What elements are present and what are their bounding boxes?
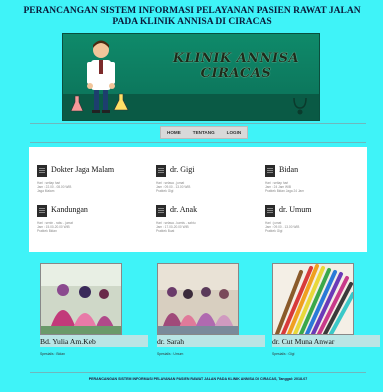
staff-card[interactable]: Bd. Yulia Am.Keb Spesialis : Bidan [40,263,150,359]
page-title: PERANCANGAN SISTEM INFORMASI PELAYANAN P… [22,6,362,28]
clinic-name: KLINIK ANNISA CIRACAS [161,51,311,81]
service-item[interactable]: dr. Gigi Hari : selasa , jumat Jam : 09.… [156,165,256,195]
staff-card[interactable]: dr. Sarah Spesialis : Umum [157,263,267,359]
page-title-line1: PERANCANGAN SISTEM INFORMASI PELAYANAN P… [23,6,361,16]
service-name: dr. Anak [170,205,198,214]
staff-photo [272,263,354,335]
doctor-illustration-icon [70,40,129,113]
nav-tentang-link[interactable]: TENTANG [187,127,221,138]
service-note: Praktek Gigi [265,229,283,233]
document-icon [156,205,166,217]
service-name: dr. Gigi [170,165,195,174]
document-icon [156,165,166,177]
nav-login-link[interactable]: LOGIN [221,127,248,138]
staff-card[interactable]: dr. Cut Muna Anwar Spesialis : Gigi [272,263,382,359]
service-item[interactable]: Dokter Jaga Malam Hari : setiap hari Jam… [37,165,137,195]
service-note: Praktek Gigi [156,189,174,193]
service-note: Praktek Buat [156,229,175,233]
service-name: Kandungan [51,205,88,214]
staff-photo [40,263,122,335]
clinic-banner: KLINIK ANNISA CIRACAS [62,33,320,121]
clinic-name-line1: KLINIK ANNISA [172,51,300,66]
main-nav: HOME TENTANG LOGIN [160,126,249,139]
staff-name: Bd. Yulia Am.Keb [40,337,96,346]
divider-bottom [30,142,366,143]
stethoscope-icon [293,97,307,115]
service-note: Praktek Bidan [37,229,57,233]
service-name: Dokter Jaga Malam [51,165,115,174]
footer-divider [30,372,366,373]
service-name: Bidan [279,165,299,174]
divider-top [30,123,366,124]
document-icon [265,205,275,217]
staff-name: dr. Sarah [157,337,184,346]
document-icon [265,165,275,177]
footer-text: PERANCANGAN SISTEM INFORMASI PELAYANAN P… [88,377,308,381]
document-icon [37,165,47,177]
document-icon [37,205,47,217]
page-title-line2: PADA KLINIK ANNISA DI CIRACAS [112,17,272,27]
staff-specialty: Spesialis : Bidan [40,352,66,356]
services-panel: Dokter Jaga Malam Hari : setiap hari Jam… [29,147,367,252]
staff-specialty: Spesialis : Umum [157,352,184,356]
service-item[interactable]: dr. Anak Hari : selasa - kamis - sabtu J… [156,205,256,235]
service-item[interactable]: Kandungan Hari : senin - rabu - jumat Ja… [37,205,137,235]
staff-specialty: Spesialis : Gigi [272,352,295,356]
staff-name: dr. Cut Muna Anwar [272,337,335,346]
service-item[interactable]: Bidan Hari : setiap hari Jam : 24 Jam WI… [265,165,365,195]
service-item[interactable]: dr. Umum Hari : jumat Jam : 09.00 - 13.0… [265,205,365,235]
nav-home-link[interactable]: HOME [161,127,187,138]
clinic-name-line2: CIRACAS [200,66,272,81]
service-note: Jaga Malam [37,189,55,193]
staff-photo [157,263,239,335]
service-note: Praktek Bidan Jaga 24 Jam [265,189,304,193]
service-name: dr. Umum [279,205,312,214]
